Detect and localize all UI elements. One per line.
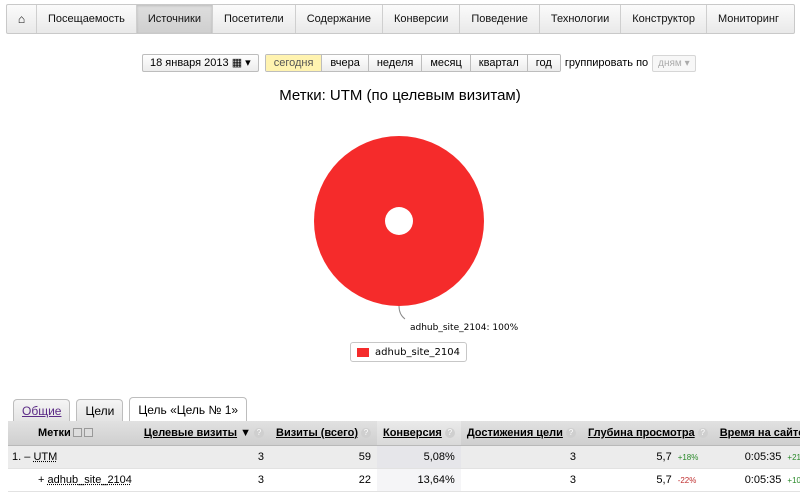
nav-item-conversions[interactable]: Конверсии: [383, 5, 461, 33]
nav-item-sources[interactable]: Источники: [136, 5, 213, 33]
row-label[interactable]: adhub_site_2104: [48, 474, 132, 486]
nav-item-monitoring[interactable]: Мониторинг: [707, 5, 790, 33]
help-icon[interactable]: ?: [444, 427, 455, 438]
date-picker-button[interactable]: 18 января 2013 ▦ ▾: [142, 54, 259, 72]
report-table: Метки Целевые визиты ▼? Визиты (всего)? …: [8, 421, 800, 492]
expand-toggle[interactable]: +: [38, 474, 44, 486]
legend-label: adhub_site_2104: [375, 346, 461, 358]
report-tabs: Общие Цели Цель «Цель № 1»: [13, 397, 253, 421]
chevron-down-icon: ▾: [245, 57, 251, 69]
col-goal-reaches[interactable]: Достижения цели?: [460, 421, 582, 446]
cell-depth: 5,7 +18%: [581, 445, 714, 469]
cell-visits: 59: [270, 445, 377, 469]
nav-item-technologies[interactable]: Технологии: [540, 5, 622, 33]
legend-swatch: [357, 347, 369, 357]
depth-delta: +18%: [677, 452, 699, 462]
help-icon[interactable]: ?: [360, 427, 371, 438]
table-header-row: Метки Целевые визиты ▼? Визиты (всего)? …: [8, 421, 800, 446]
period-today[interactable]: сегодня: [265, 55, 323, 71]
col-time[interactable]: Время на сайте?: [713, 421, 800, 446]
col-visits[interactable]: Визиты (всего)?: [270, 421, 377, 446]
period-year[interactable]: год: [527, 55, 560, 71]
tab-goals[interactable]: Цели: [76, 399, 124, 421]
period-yesterday[interactable]: вчера: [322, 55, 369, 71]
home-icon[interactable]: ⌂: [7, 5, 37, 33]
pie-label-leader: [398, 305, 406, 320]
cell-visits: 22: [270, 468, 377, 492]
chevron-down-icon: ▾: [684, 57, 690, 69]
time-delta: +104%: [787, 475, 800, 485]
calendar-icon: ▦: [231, 57, 243, 69]
col-tags[interactable]: Метки: [8, 421, 138, 446]
cell-time: 0:05:35+216%: [713, 445, 800, 469]
nav-item-attendance[interactable]: Посещаемость: [37, 5, 137, 33]
tab-general[interactable]: Общие: [13, 399, 71, 421]
settings-icon[interactable]: [72, 428, 82, 438]
pie-data-label: adhub_site_2104: 100%: [410, 323, 519, 333]
nav-item-visitors[interactable]: Посетители: [213, 5, 296, 33]
date-toolbar: 18 января 2013 ▦ ▾ сегодня вчера неделя …: [142, 54, 696, 72]
period-week[interactable]: неделя: [368, 55, 423, 71]
grid-icon[interactable]: [83, 428, 93, 438]
pie-hole: [385, 207, 413, 235]
cell-depth: 5,7 -22%: [581, 468, 714, 492]
nav-item-content[interactable]: Содержание: [296, 5, 383, 33]
pie-slice-0[interactable]: [314, 136, 484, 306]
help-icon[interactable]: ?: [254, 427, 264, 438]
period-quarter[interactable]: квартал: [470, 55, 528, 71]
tab-goal-1[interactable]: Цель «Цель № 1»: [129, 397, 248, 421]
help-icon[interactable]: ?: [697, 427, 708, 438]
cell-time: 0:05:35+104%: [713, 468, 800, 492]
sort-desc-icon: ▼: [240, 426, 251, 439]
time-delta: +216%: [787, 452, 800, 462]
group-by-value: дням: [658, 57, 682, 69]
period-selector: сегодня вчера неделя месяц квартал год: [264, 54, 561, 72]
group-by-select[interactable]: дням ▾: [652, 54, 696, 72]
top-navigation: ⌂ Посещаемость Источники Посетители Соде…: [6, 4, 795, 34]
help-icon[interactable]: ?: [565, 427, 576, 438]
table-row[interactable]: + adhub_site_2104 3 22 13,64% 3 5,7 -22% …: [8, 468, 800, 492]
col-goal-visits[interactable]: Целевые визиты ▼?: [137, 421, 270, 446]
cell-conversion: 13,64%: [376, 468, 461, 492]
cell-goal-reaches: 3: [460, 468, 582, 492]
group-by-label: группировать по: [564, 57, 649, 69]
chart-legend[interactable]: adhub_site_2104: [350, 342, 468, 362]
table-row[interactable]: 1. – UTM 3 59 5,08% 3 5,7 +18% 0:05:35 +21…: [8, 445, 800, 469]
col-depth[interactable]: Глубина просмотра?: [581, 421, 714, 446]
cell-goal-visits: 3: [137, 445, 270, 469]
cell-goal-visits: 3: [137, 468, 270, 492]
date-value: 18 января 2013: [150, 57, 229, 69]
nav-item-behavior[interactable]: Поведение: [460, 5, 540, 33]
collapse-toggle[interactable]: –: [24, 451, 30, 463]
chart-title: Метки: UTM (по целевым визитам): [279, 87, 521, 104]
cell-conversion: 5,08%: [376, 445, 461, 469]
row-number: 1.: [12, 450, 22, 463]
col-conversion[interactable]: Конверсия?: [376, 421, 461, 446]
row-label[interactable]: UTM: [33, 451, 57, 463]
depth-delta: -22%: [677, 475, 697, 485]
cell-goal-reaches: 3: [460, 445, 582, 469]
nav-item-constructor[interactable]: Конструктор: [621, 5, 707, 33]
period-month[interactable]: месяц: [422, 55, 471, 71]
